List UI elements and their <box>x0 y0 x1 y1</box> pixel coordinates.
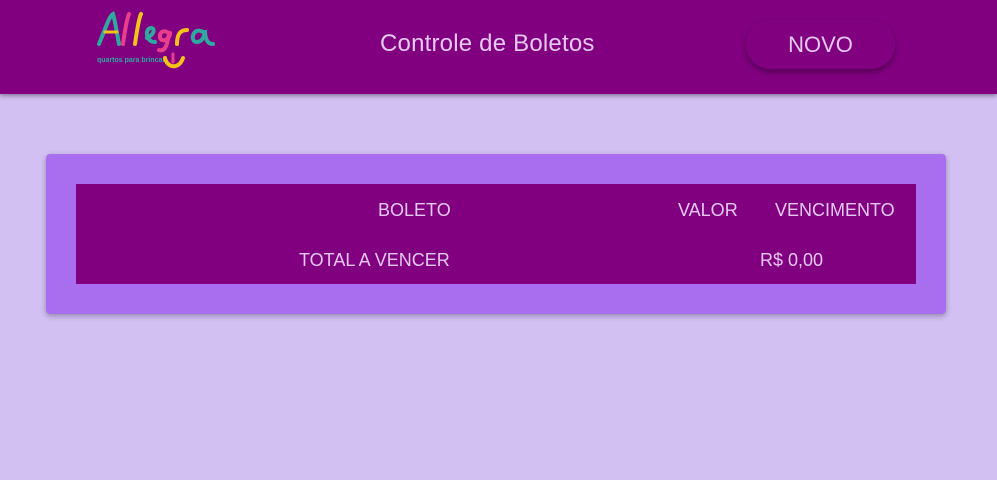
total-label: TOTAL A VENCER <box>299 250 450 270</box>
total-value: R$ 0,00 <box>760 250 824 270</box>
boletos-table: BOLETO VALOR VENCIMENTO TOTAL A VENCER R… <box>76 184 916 284</box>
boletos-card: BOLETO VALOR VENCIMENTO TOTAL A VENCER R… <box>46 154 946 314</box>
column-header-vencimento: VENCIMENTO <box>775 200 895 220</box>
column-header-boleto: BOLETO <box>378 200 451 220</box>
page-title: Controle de Boletos <box>380 30 595 57</box>
new-button[interactable]: NOVO <box>746 20 895 69</box>
app-bar: quartos para brincar Controle de Boletos… <box>0 0 997 94</box>
allegra-logo[interactable]: quartos para brincar <box>95 10 229 78</box>
svg-text:quartos para brincar: quartos para brincar <box>97 57 165 64</box>
column-header-valor: VALOR <box>678 200 738 220</box>
